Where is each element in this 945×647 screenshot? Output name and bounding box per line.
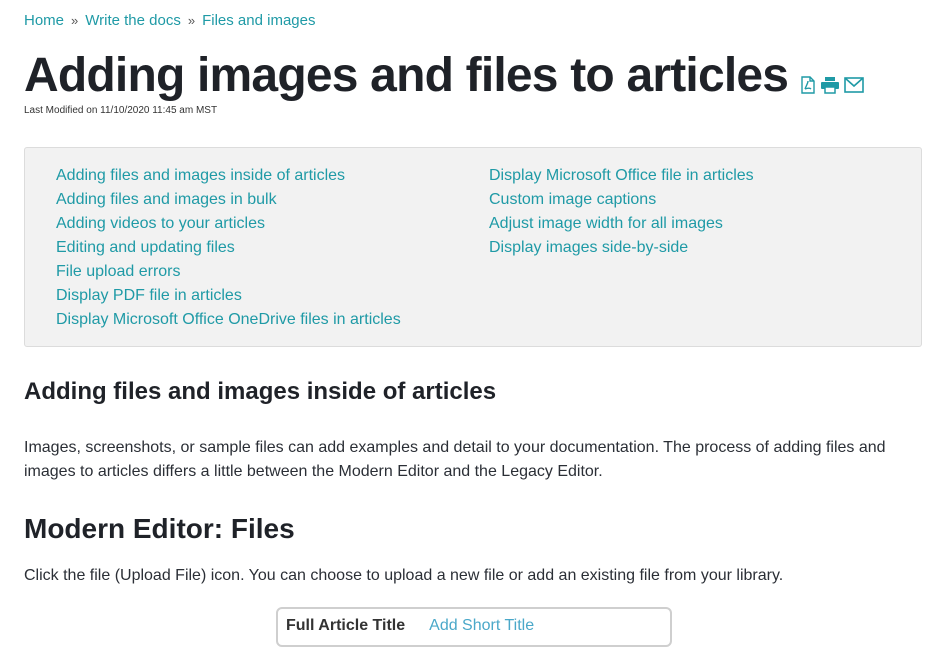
toc-link[interactable]: Display PDF file in articles [56, 287, 242, 304]
toc-column-right: Display Microsoft Office file in article… [489, 164, 754, 260]
email-icon[interactable] [844, 77, 865, 93]
toc-link[interactable]: Display Microsoft Office file in article… [489, 167, 754, 184]
toc-link[interactable]: File upload errors [56, 263, 181, 280]
embedded-editor-screenshot: Full Article Title Add Short Title [276, 607, 672, 647]
section-body-modern-editor: Click the file (Upload File) icon. You c… [24, 567, 784, 584]
section-body-adding-files: Images, screenshots, or sample files can… [24, 439, 886, 480]
toc-link[interactable]: Adjust image width for all images [489, 215, 723, 232]
toc-item: Display Microsoft Office OneDrive files … [56, 308, 401, 332]
toc-link[interactable]: Custom image captions [489, 191, 656, 208]
pdf-icon[interactable] [800, 76, 816, 94]
toc-item: File upload errors [56, 260, 401, 284]
section-heading-adding-files: Adding files and images inside of articl… [24, 378, 497, 405]
toc-item: Editing and updating files [56, 236, 401, 260]
table-of-contents: Adding files and images inside of articl… [24, 147, 922, 347]
toc-item: Adjust image width for all images [489, 212, 754, 236]
breadcrumb-home-link[interactable]: Home [24, 12, 64, 29]
toc-link[interactable]: Display Microsoft Office OneDrive files … [56, 311, 401, 328]
toc-item: Display Microsoft Office file in article… [489, 164, 754, 188]
toc-item: Display images side-by-side [489, 236, 754, 260]
breadcrumb-write-the-docs-link[interactable]: Write the docs [85, 12, 181, 29]
toc-link[interactable]: Adding files and images inside of articl… [56, 167, 345, 184]
toc-item: Adding videos to your articles [56, 212, 401, 236]
breadcrumb-separator: » [71, 13, 79, 28]
section-heading-modern-editor: Modern Editor: Files [24, 513, 295, 544]
toc-link[interactable]: Adding files and images in bulk [56, 191, 277, 208]
toc-link[interactable]: Adding videos to your articles [56, 215, 265, 232]
breadcrumb: Home » Write the docs » Files and images [24, 12, 315, 29]
last-modified: Last Modified on 11/10/2020 11:45 am MST [24, 105, 218, 116]
toc-link[interactable]: Display images side-by-side [489, 239, 688, 256]
article-actions [800, 76, 865, 94]
breadcrumb-separator: » [187, 13, 196, 28]
screenshot-short-title-label: Add Short Title [429, 617, 535, 634]
breadcrumb-files-and-images-link[interactable]: Files and images [202, 12, 315, 29]
toc-item: Display PDF file in articles [56, 284, 401, 308]
title-row: Adding images and files to articles [24, 48, 865, 104]
toc-item: Adding files and images inside of articl… [56, 164, 401, 188]
toc-item: Custom image captions [489, 188, 754, 212]
toc-link[interactable]: Editing and updating files [56, 239, 235, 256]
page-title: Adding images and files to articles [24, 49, 789, 102]
toc-column-left: Adding files and images inside of articl… [56, 164, 401, 332]
print-icon[interactable] [820, 76, 840, 94]
screenshot-full-title-label: Full Article Title [286, 617, 406, 634]
toc-item: Adding files and images in bulk [56, 188, 401, 212]
